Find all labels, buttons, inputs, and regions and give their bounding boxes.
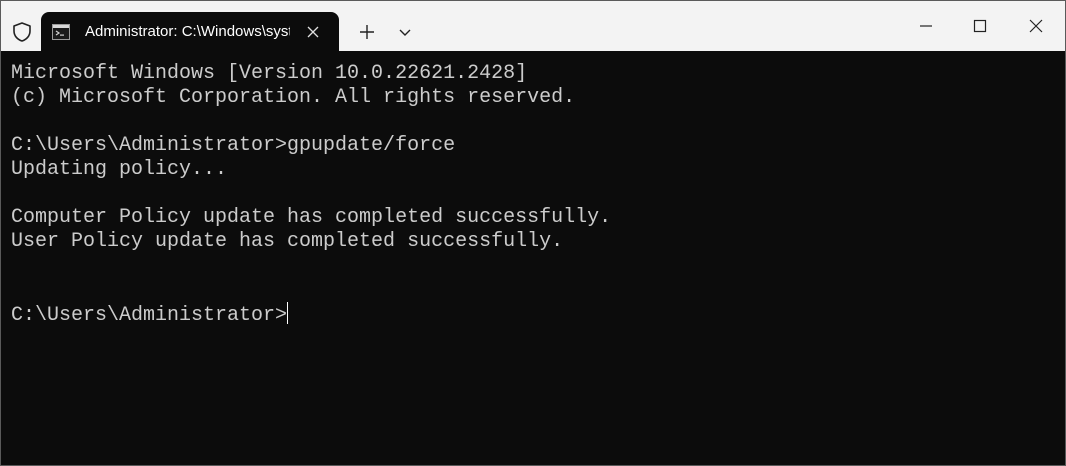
console-line: Updating policy... [11,158,228,181]
console-output[interactable]: Microsoft Windows [Version 10.0.22621.24… [11,62,1055,455]
console-line: Computer Policy update has completed suc… [11,206,612,229]
profile-dropdown-button[interactable] [393,18,417,46]
text-cursor [287,302,289,324]
console-line: User Policy update has completed success… [11,230,564,253]
shield-icon [11,21,33,43]
maximize-icon [973,19,987,33]
command-prompt: C:\Users\Administrator> [11,304,288,327]
close-window-button[interactable] [1008,1,1064,51]
console-line: (c) Microsoft Corporation. All rights re… [11,86,576,109]
new-tab-button[interactable] [353,18,381,46]
tab-title: Administrator: C:\Windows\system32\cmd.e… [85,23,290,40]
close-icon[interactable] [303,22,323,42]
terminal-icon [52,23,70,41]
minimize-icon [920,25,932,27]
tab-cmd[interactable]: Administrator: C:\Windows\system32\cmd.e… [41,12,339,52]
terminal-window: Administrator: C:\Windows\system32\cmd.e… [0,0,1066,466]
console-line: Microsoft Windows [Version 10.0.22621.24… [11,62,528,85]
console-line: C:\Users\Administrator>gpupdate/force [11,134,456,157]
title-bar[interactable]: Administrator: C:\Windows\system32\cmd.e… [1,1,1065,52]
maximize-button[interactable] [952,1,1008,51]
prompt-line[interactable]: C:\Users\Administrator> [11,302,1055,327]
close-icon [1029,19,1043,33]
minimize-button[interactable] [898,1,954,51]
